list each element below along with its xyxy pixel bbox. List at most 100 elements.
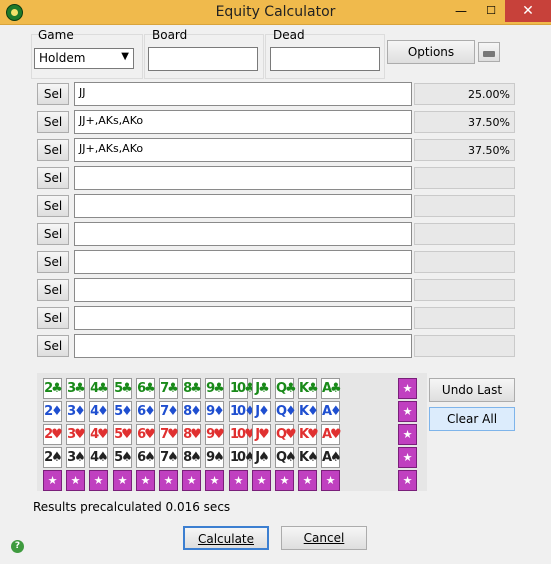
card-2-hearts[interactable]: 2♥ bbox=[43, 424, 63, 445]
random-card[interactable]: ★ bbox=[321, 470, 340, 491]
card-q-clubs[interactable]: Q♣ bbox=[275, 378, 297, 399]
card-4-diamonds[interactable]: 4♦ bbox=[89, 401, 109, 422]
random-card[interactable]: ★ bbox=[89, 470, 108, 491]
card-3-spades[interactable]: 3♠ bbox=[66, 447, 86, 468]
sel-button[interactable]: Sel bbox=[37, 139, 69, 161]
sel-button[interactable]: Sel bbox=[37, 167, 69, 189]
card-8-diamonds[interactable]: 8♦ bbox=[182, 401, 202, 422]
random-card[interactable]: ★ bbox=[275, 470, 294, 491]
random-card[interactable]: ★ bbox=[229, 470, 248, 491]
random-hearts-card[interactable]: ★ bbox=[398, 424, 417, 445]
card-a-spades[interactable]: A♠ bbox=[321, 447, 342, 468]
card-3-diamonds[interactable]: 3♦ bbox=[66, 401, 86, 422]
card-q-hearts[interactable]: Q♥ bbox=[275, 424, 297, 445]
card-k-clubs[interactable]: K♣ bbox=[298, 378, 319, 399]
random-card[interactable]: ★ bbox=[182, 470, 201, 491]
card-9-diamonds[interactable]: 9♦ bbox=[205, 401, 225, 422]
range-input[interactable]: JJ bbox=[74, 82, 412, 106]
card-4-hearts[interactable]: 4♥ bbox=[89, 424, 109, 445]
card-j-hearts[interactable]: J♥ bbox=[252, 424, 271, 445]
game-select[interactable]: Holdem ▼ bbox=[34, 48, 134, 69]
random-card[interactable]: ★ bbox=[159, 470, 178, 491]
range-input[interactable] bbox=[74, 166, 412, 190]
sel-button[interactable]: Sel bbox=[37, 195, 69, 217]
range-input[interactable]: JJ+,AKs,AKo bbox=[74, 110, 412, 134]
card-2-spades[interactable]: 2♠ bbox=[43, 447, 63, 468]
card-k-hearts[interactable]: K♥ bbox=[298, 424, 319, 445]
card-q-spades[interactable]: Q♠ bbox=[275, 447, 297, 468]
range-input[interactable]: JJ+,AKs,AKo bbox=[74, 138, 412, 162]
card-k-diamonds[interactable]: K♦ bbox=[298, 401, 319, 422]
card-8-hearts[interactable]: 8♥ bbox=[182, 424, 202, 445]
card-a-hearts[interactable]: A♥ bbox=[321, 424, 342, 445]
card-4-clubs[interactable]: 4♣ bbox=[89, 378, 109, 399]
random-card[interactable]: ★ bbox=[136, 470, 155, 491]
minimize-button[interactable]: — bbox=[446, 0, 476, 22]
random-card[interactable]: ★ bbox=[113, 470, 132, 491]
card-2-diamonds[interactable]: 2♦ bbox=[43, 401, 63, 422]
card-7-hearts[interactable]: 7♥ bbox=[159, 424, 179, 445]
card-5-hearts[interactable]: 5♥ bbox=[113, 424, 133, 445]
random-card[interactable]: ★ bbox=[298, 470, 317, 491]
card-8-spades[interactable]: 8♠ bbox=[182, 447, 202, 468]
maximize-button[interactable]: ☐ bbox=[476, 0, 506, 22]
card-3-hearts[interactable]: 3♥ bbox=[66, 424, 86, 445]
card-j-spades[interactable]: J♠ bbox=[252, 447, 271, 468]
card-5-spades[interactable]: 5♠ bbox=[113, 447, 133, 468]
range-input[interactable] bbox=[74, 306, 412, 330]
help-icon[interactable]: ? bbox=[11, 540, 24, 553]
card-6-hearts[interactable]: 6♥ bbox=[136, 424, 156, 445]
dead-input[interactable] bbox=[270, 47, 380, 71]
card-5-diamonds[interactable]: 5♦ bbox=[113, 401, 133, 422]
range-input[interactable] bbox=[74, 194, 412, 218]
card-7-spades[interactable]: 7♠ bbox=[159, 447, 179, 468]
close-button[interactable]: ✕ bbox=[505, 0, 551, 22]
save-button[interactable] bbox=[478, 42, 500, 62]
calculate-button[interactable]: Calculate bbox=[183, 526, 269, 550]
cancel-button[interactable]: Cancel bbox=[281, 526, 367, 550]
card-10-hearts[interactable]: 10♥ bbox=[229, 424, 256, 445]
card-7-clubs[interactable]: 7♣ bbox=[159, 378, 179, 399]
card-j-clubs[interactable]: J♣ bbox=[252, 378, 271, 399]
card-5-clubs[interactable]: 5♣ bbox=[113, 378, 133, 399]
range-input[interactable] bbox=[74, 334, 412, 358]
card-4-spades[interactable]: 4♠ bbox=[89, 447, 109, 468]
random-card[interactable]: ★ bbox=[398, 470, 417, 491]
sel-button[interactable]: Sel bbox=[37, 223, 69, 245]
random-spades-card[interactable]: ★ bbox=[398, 447, 417, 468]
card-10-clubs[interactable]: 10♣ bbox=[229, 378, 256, 399]
sel-button[interactable]: Sel bbox=[37, 335, 69, 357]
sel-button[interactable]: Sel bbox=[37, 111, 69, 133]
card-9-hearts[interactable]: 9♥ bbox=[205, 424, 225, 445]
sel-button[interactable]: Sel bbox=[37, 307, 69, 329]
card-8-clubs[interactable]: 8♣ bbox=[182, 378, 202, 399]
range-input[interactable] bbox=[74, 222, 412, 246]
clear-all-button[interactable]: Clear All bbox=[429, 407, 515, 431]
card-j-diamonds[interactable]: J♦ bbox=[252, 401, 271, 422]
card-3-clubs[interactable]: 3♣ bbox=[66, 378, 86, 399]
card-6-diamonds[interactable]: 6♦ bbox=[136, 401, 156, 422]
random-card[interactable]: ★ bbox=[43, 470, 62, 491]
card-9-clubs[interactable]: 9♣ bbox=[205, 378, 225, 399]
card-a-clubs[interactable]: A♣ bbox=[321, 378, 342, 399]
sel-button[interactable]: Sel bbox=[37, 279, 69, 301]
random-clubs-card[interactable]: ★ bbox=[398, 378, 417, 399]
sel-button[interactable]: Sel bbox=[37, 251, 69, 273]
random-card[interactable]: ★ bbox=[252, 470, 271, 491]
undo-last-button[interactable]: Undo Last bbox=[429, 378, 515, 402]
card-10-spades[interactable]: 10♠ bbox=[229, 447, 256, 468]
random-diamonds-card[interactable]: ★ bbox=[398, 401, 417, 422]
options-button[interactable]: Options bbox=[387, 40, 475, 64]
card-k-spades[interactable]: K♠ bbox=[298, 447, 319, 468]
random-card[interactable]: ★ bbox=[66, 470, 85, 491]
sel-button[interactable]: Sel bbox=[37, 83, 69, 105]
card-a-diamonds[interactable]: A♦ bbox=[321, 401, 342, 422]
random-card[interactable]: ★ bbox=[205, 470, 224, 491]
card-7-diamonds[interactable]: 7♦ bbox=[159, 401, 179, 422]
card-q-diamonds[interactable]: Q♦ bbox=[275, 401, 297, 422]
card-2-clubs[interactable]: 2♣ bbox=[43, 378, 63, 399]
range-input[interactable] bbox=[74, 250, 412, 274]
board-input[interactable] bbox=[148, 47, 258, 71]
card-6-spades[interactable]: 6♠ bbox=[136, 447, 156, 468]
card-9-spades[interactable]: 9♠ bbox=[205, 447, 225, 468]
